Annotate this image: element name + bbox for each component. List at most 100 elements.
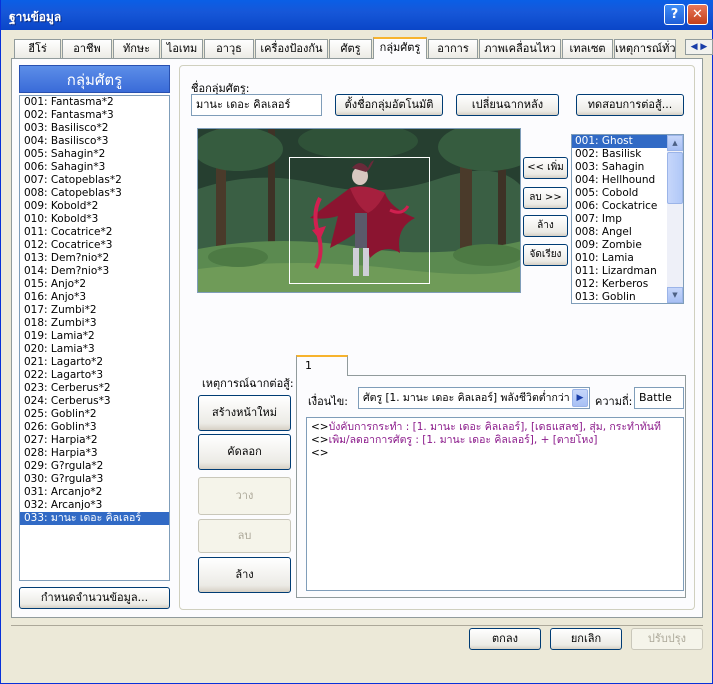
- event-command-row[interactable]: <>เพิ่ม/ลดอาการศัตรู : [1. มานะ เดอะ คิล…: [311, 434, 679, 447]
- troop-list-item[interactable]: 015: Anjo*2: [20, 278, 169, 291]
- troop-list-item[interactable]: 033: มานะ เดอะ คิลเลอร์: [20, 512, 169, 525]
- troop-list-item[interactable]: 002: Fantasma*3: [20, 109, 169, 122]
- troop-list-item[interactable]: 019: Lamia*2: [20, 330, 169, 343]
- tab-6[interactable]: เครื่องป้องกัน: [255, 39, 328, 58]
- troop-list-item[interactable]: 026: Goblin*3: [20, 421, 169, 434]
- troop-list-item[interactable]: 024: Cerberus*3: [20, 395, 169, 408]
- add-member-button[interactable]: << เพิ่ม: [523, 157, 568, 179]
- delete-page-button[interactable]: ลบ: [198, 519, 291, 553]
- troop-list-item[interactable]: 014: Dem?nio*3: [20, 265, 169, 278]
- paste-page-button[interactable]: วาง: [198, 477, 291, 515]
- troop-list-item[interactable]: 017: Zumbi*2: [20, 304, 169, 317]
- troop-list-item[interactable]: 022: Lagarto*3: [20, 369, 169, 382]
- troop-list-item[interactable]: 018: Zumbi*3: [20, 317, 169, 330]
- enemy-list-item[interactable]: 001: Ghost: [572, 135, 668, 148]
- condition-label: เงื่อนไข:: [308, 395, 349, 408]
- condition-field[interactable]: ศัตรู [1. มานะ เดอะ คิลเลอร์] พลังชีวิตต…: [358, 387, 590, 409]
- enemy-position-box[interactable]: [289, 157, 430, 284]
- tab-3[interactable]: ทักษะ: [113, 39, 160, 58]
- arrange-members-button[interactable]: จัดเรียง: [523, 244, 568, 266]
- troop-list-item[interactable]: 009: Kobold*2: [20, 200, 169, 213]
- troop-list-item[interactable]: 025: Goblin*2: [20, 408, 169, 421]
- tab-2[interactable]: อาชีพ: [62, 39, 112, 58]
- enemy-list-item[interactable]: 002: Basilisk: [572, 148, 668, 161]
- event-command-row[interactable]: <>: [311, 447, 679, 460]
- enemy-list-item[interactable]: 006: Cockatrice: [572, 200, 668, 213]
- window-title: ฐานข้อมูล: [9, 10, 62, 24]
- enemy-list-item[interactable]: 005: Cobold: [572, 187, 668, 200]
- event-command-list[interactable]: <>บังคับการกระทำ : [1. มานะ เดอะ คิลเลอร…: [306, 417, 684, 591]
- enemy-list-item[interactable]: 011: Lizardman: [572, 265, 668, 278]
- troop-list-item[interactable]: 030: G?rgula*3: [20, 473, 169, 486]
- change-battleback-button[interactable]: เปลี่ยนฉากหลัง: [456, 94, 559, 116]
- tab-7[interactable]: ศัตรู: [329, 39, 372, 58]
- span-select[interactable]: Battle: [634, 387, 684, 409]
- enemy-list-item[interactable]: 008: Angel: [572, 226, 668, 239]
- tab-5[interactable]: อาวุธ: [204, 39, 254, 58]
- copy-page-button[interactable]: คัดลอก: [198, 434, 291, 470]
- event-command-row[interactable]: <>บังคับการกระทำ : [1. มานะ เดอะ คิลเลอร…: [311, 421, 679, 434]
- troop-list-item[interactable]: 001: Fantasma*2: [20, 96, 169, 109]
- troop-list-header: กลุ่มศัตรู: [19, 65, 170, 93]
- battle-test-button[interactable]: ทดสอบการต่อสู้...: [576, 94, 684, 116]
- ok-button[interactable]: ตกลง: [469, 628, 541, 650]
- troop-list-item[interactable]: 003: Basilisco*2: [20, 122, 169, 135]
- enemy-list-item[interactable]: 009: Zombie: [572, 239, 668, 252]
- tab-9[interactable]: อาการ: [428, 39, 478, 58]
- troop-list-item[interactable]: 012: Cocatrice*3: [20, 239, 169, 252]
- change-maximum-button[interactable]: กำหนดจำนวนข้อมูล...: [19, 587, 170, 609]
- troop-list-item[interactable]: 032: Arcanjo*3: [20, 499, 169, 512]
- troop-list-item[interactable]: 005: Sahagin*2: [20, 148, 169, 161]
- troop-list-item[interactable]: 006: Sahagin*3: [20, 161, 169, 174]
- scroll-down-icon[interactable]: ▼: [667, 287, 683, 303]
- tab-scroll-arrows-icon[interactable]: ◀ ▶: [685, 39, 713, 55]
- troop-list-item[interactable]: 016: Anjo*3: [20, 291, 169, 304]
- help-button[interactable]: ?: [664, 4, 685, 25]
- enemy-list-scrollbar[interactable]: ▲ ▼: [667, 135, 683, 303]
- troop-list-item[interactable]: 011: Cocatrice*2: [20, 226, 169, 239]
- tab-10[interactable]: ภาพเคลื่อนไหว: [479, 39, 561, 58]
- battle-scene-preview[interactable]: [197, 128, 521, 293]
- page-tab-1[interactable]: 1: [296, 355, 348, 376]
- troop-name-input[interactable]: มานะ เดอะ คิลเลอร์: [191, 94, 322, 116]
- tab-4[interactable]: ไอเทม: [161, 39, 203, 58]
- clear-page-button[interactable]: ล้าง: [198, 557, 291, 593]
- enemy-list-item[interactable]: 004: Hellhound: [572, 174, 668, 187]
- tab-8[interactable]: กลุ่มศัตรู: [373, 37, 427, 59]
- tab-1[interactable]: ฮีโร่: [14, 39, 61, 58]
- scroll-thumb[interactable]: [667, 152, 683, 204]
- troop-list[interactable]: 001: Fantasma*2 002: Fantasma*3 003: Basil…: [19, 95, 170, 581]
- apply-button[interactable]: ปรับปรุง: [631, 628, 703, 650]
- enemy-list[interactable]: 001: Ghost 002: Basilisk 003: Sahagin 004: …: [571, 134, 684, 304]
- enemy-list-item[interactable]: 013: Goblin: [572, 291, 668, 303]
- troop-list-item[interactable]: 004: Basilisco*3: [20, 135, 169, 148]
- new-page-button[interactable]: สร้างหน้าใหม่: [198, 395, 291, 431]
- tab-11[interactable]: เทลเซต: [562, 39, 613, 58]
- troop-list-item[interactable]: 007: Catopeblas*2: [20, 174, 169, 187]
- enemy-list-item[interactable]: 003: Sahagin: [572, 161, 668, 174]
- remove-member-button[interactable]: ลบ >>: [523, 187, 568, 209]
- troop-list-item[interactable]: 013: Dem?nio*2: [20, 252, 169, 265]
- condition-arrow-icon[interactable]: ▶: [572, 389, 588, 407]
- command-marker: <>: [311, 421, 329, 433]
- cancel-button[interactable]: ยกเลิก: [550, 628, 622, 650]
- troop-list-item[interactable]: 023: Cerberus*2: [20, 382, 169, 395]
- troop-list-item[interactable]: 021: Lagarto*2: [20, 356, 169, 369]
- clear-members-button[interactable]: ล้าง: [523, 215, 568, 237]
- title-bar[interactable]: ฐานข้อมูล ? ✕: [1, 0, 713, 30]
- command-marker: <>: [311, 434, 329, 446]
- troop-list-item[interactable]: 020: Lamia*3: [20, 343, 169, 356]
- enemy-list-item[interactable]: 012: Kerberos: [572, 278, 668, 291]
- auto-name-button[interactable]: ตั้งชื่อกลุ่มอัตโนมัติ: [335, 94, 443, 116]
- troop-list-item[interactable]: 029: G?rgula*2: [20, 460, 169, 473]
- close-button[interactable]: ✕: [687, 4, 708, 25]
- troop-list-item[interactable]: 027: Harpia*2: [20, 434, 169, 447]
- troop-list-item[interactable]: 010: Kobold*3: [20, 213, 169, 226]
- tab-12[interactable]: เหตุการณ์ทั่ว: [614, 39, 676, 58]
- troop-list-item[interactable]: 031: Arcanjo*2: [20, 486, 169, 499]
- troop-list-item[interactable]: 008: Catopeblas*3: [20, 187, 169, 200]
- troop-list-item[interactable]: 028: Harpia*3: [20, 447, 169, 460]
- scroll-up-icon[interactable]: ▲: [667, 135, 683, 151]
- enemy-list-item[interactable]: 007: Imp: [572, 213, 668, 226]
- enemy-list-item[interactable]: 010: Lamia: [572, 252, 668, 265]
